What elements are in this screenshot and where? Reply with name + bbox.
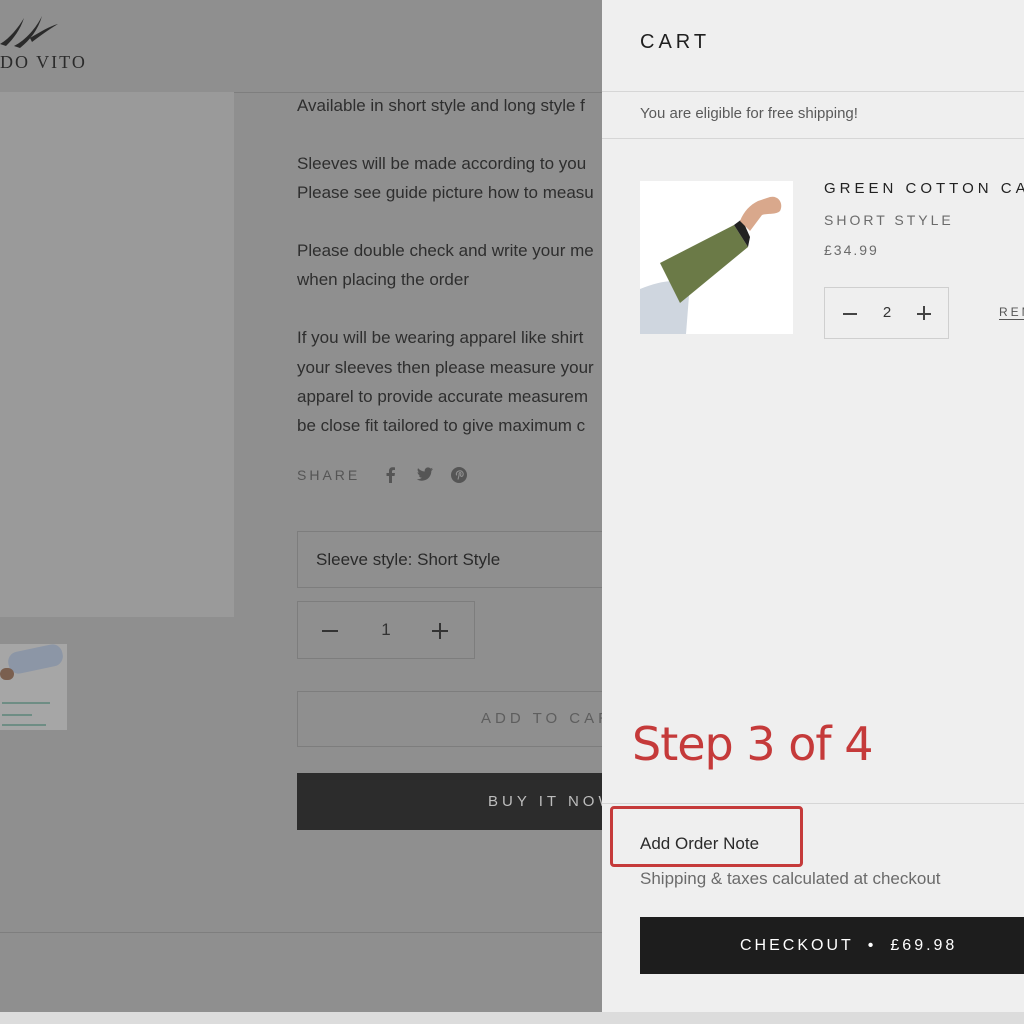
free-shipping-message: You are eligible for free shipping!: [640, 105, 858, 122]
divider: [0, 932, 602, 933]
cart-quantity-stepper: 2: [824, 287, 949, 339]
divider: [602, 91, 1024, 92]
store-header: DO VITO: [0, 0, 602, 93]
divider: [602, 803, 1024, 804]
bottom-strip: [0, 1012, 1024, 1024]
store-logo-text[interactable]: DO VITO: [0, 52, 87, 73]
buy-now-button[interactable]: BUY IT NOW: [297, 773, 627, 830]
step-annotation: Step 3 of 4: [632, 717, 873, 771]
minus-icon[interactable]: [322, 630, 338, 632]
facebook-icon[interactable]: [382, 466, 400, 484]
plus-icon-vertical: [439, 623, 441, 639]
twitter-icon[interactable]: [416, 467, 434, 483]
minus-icon[interactable]: [843, 313, 857, 315]
quantity-value[interactable]: 1: [376, 602, 396, 658]
description-line: when placing the order: [297, 270, 470, 289]
cart-drawer: CART You are eligible for free shipping!…: [602, 0, 1024, 1012]
add-order-note-link[interactable]: Add Order Note: [640, 834, 759, 854]
checkout-button[interactable]: CHECKOUT • £69.98: [640, 917, 1024, 974]
description-line: your sleeves then please measure your: [297, 358, 594, 377]
share-row: SHARE: [297, 466, 468, 484]
cart-item-name[interactable]: GREEN COTTON CA: [824, 180, 1024, 197]
description-line: If you will be wearing apparel like shir…: [297, 328, 584, 347]
cart-quantity-value[interactable]: 2: [877, 288, 897, 338]
sleeve-product-image: [640, 196, 782, 334]
cart-item-image[interactable]: [640, 181, 793, 334]
share-label: SHARE: [297, 467, 361, 483]
remove-link[interactable]: REM: [999, 305, 1024, 320]
checkout-total: £69.98: [890, 937, 958, 954]
quantity-stepper: 1: [297, 601, 475, 659]
description-line: Please see guide picture how to measu: [297, 183, 594, 202]
logo-bird-icon: [0, 16, 58, 48]
cart-item-price: £34.99: [824, 242, 879, 258]
cart-item-style: SHORT STYLE: [824, 212, 954, 228]
description-line: Sleeves will be made according to you: [297, 154, 587, 173]
description-line: apparel to provide accurate measurem: [297, 387, 589, 406]
description-line: Please double check and write your me: [297, 241, 594, 260]
checkout-label: CHECKOUT: [740, 937, 854, 954]
cart-title: CART: [640, 31, 711, 53]
description-line: Available in short style and long style …: [297, 96, 585, 115]
shipping-taxes-note: Shipping & taxes calculated at checkout: [640, 869, 941, 888]
product-image[interactable]: [0, 92, 234, 617]
add-to-cart-button[interactable]: ADD TO CAR: [297, 691, 627, 747]
product-thumbnail[interactable]: [0, 644, 67, 730]
description-line: be close fit tailored to give maximum c: [297, 416, 586, 435]
plus-icon-vertical: [923, 306, 925, 320]
checkout-separator: •: [867, 937, 877, 954]
divider: [602, 138, 1024, 139]
sleeve-style-select[interactable]: Sleeve style: Short Style: [297, 531, 627, 588]
pinterest-icon[interactable]: [450, 466, 468, 484]
